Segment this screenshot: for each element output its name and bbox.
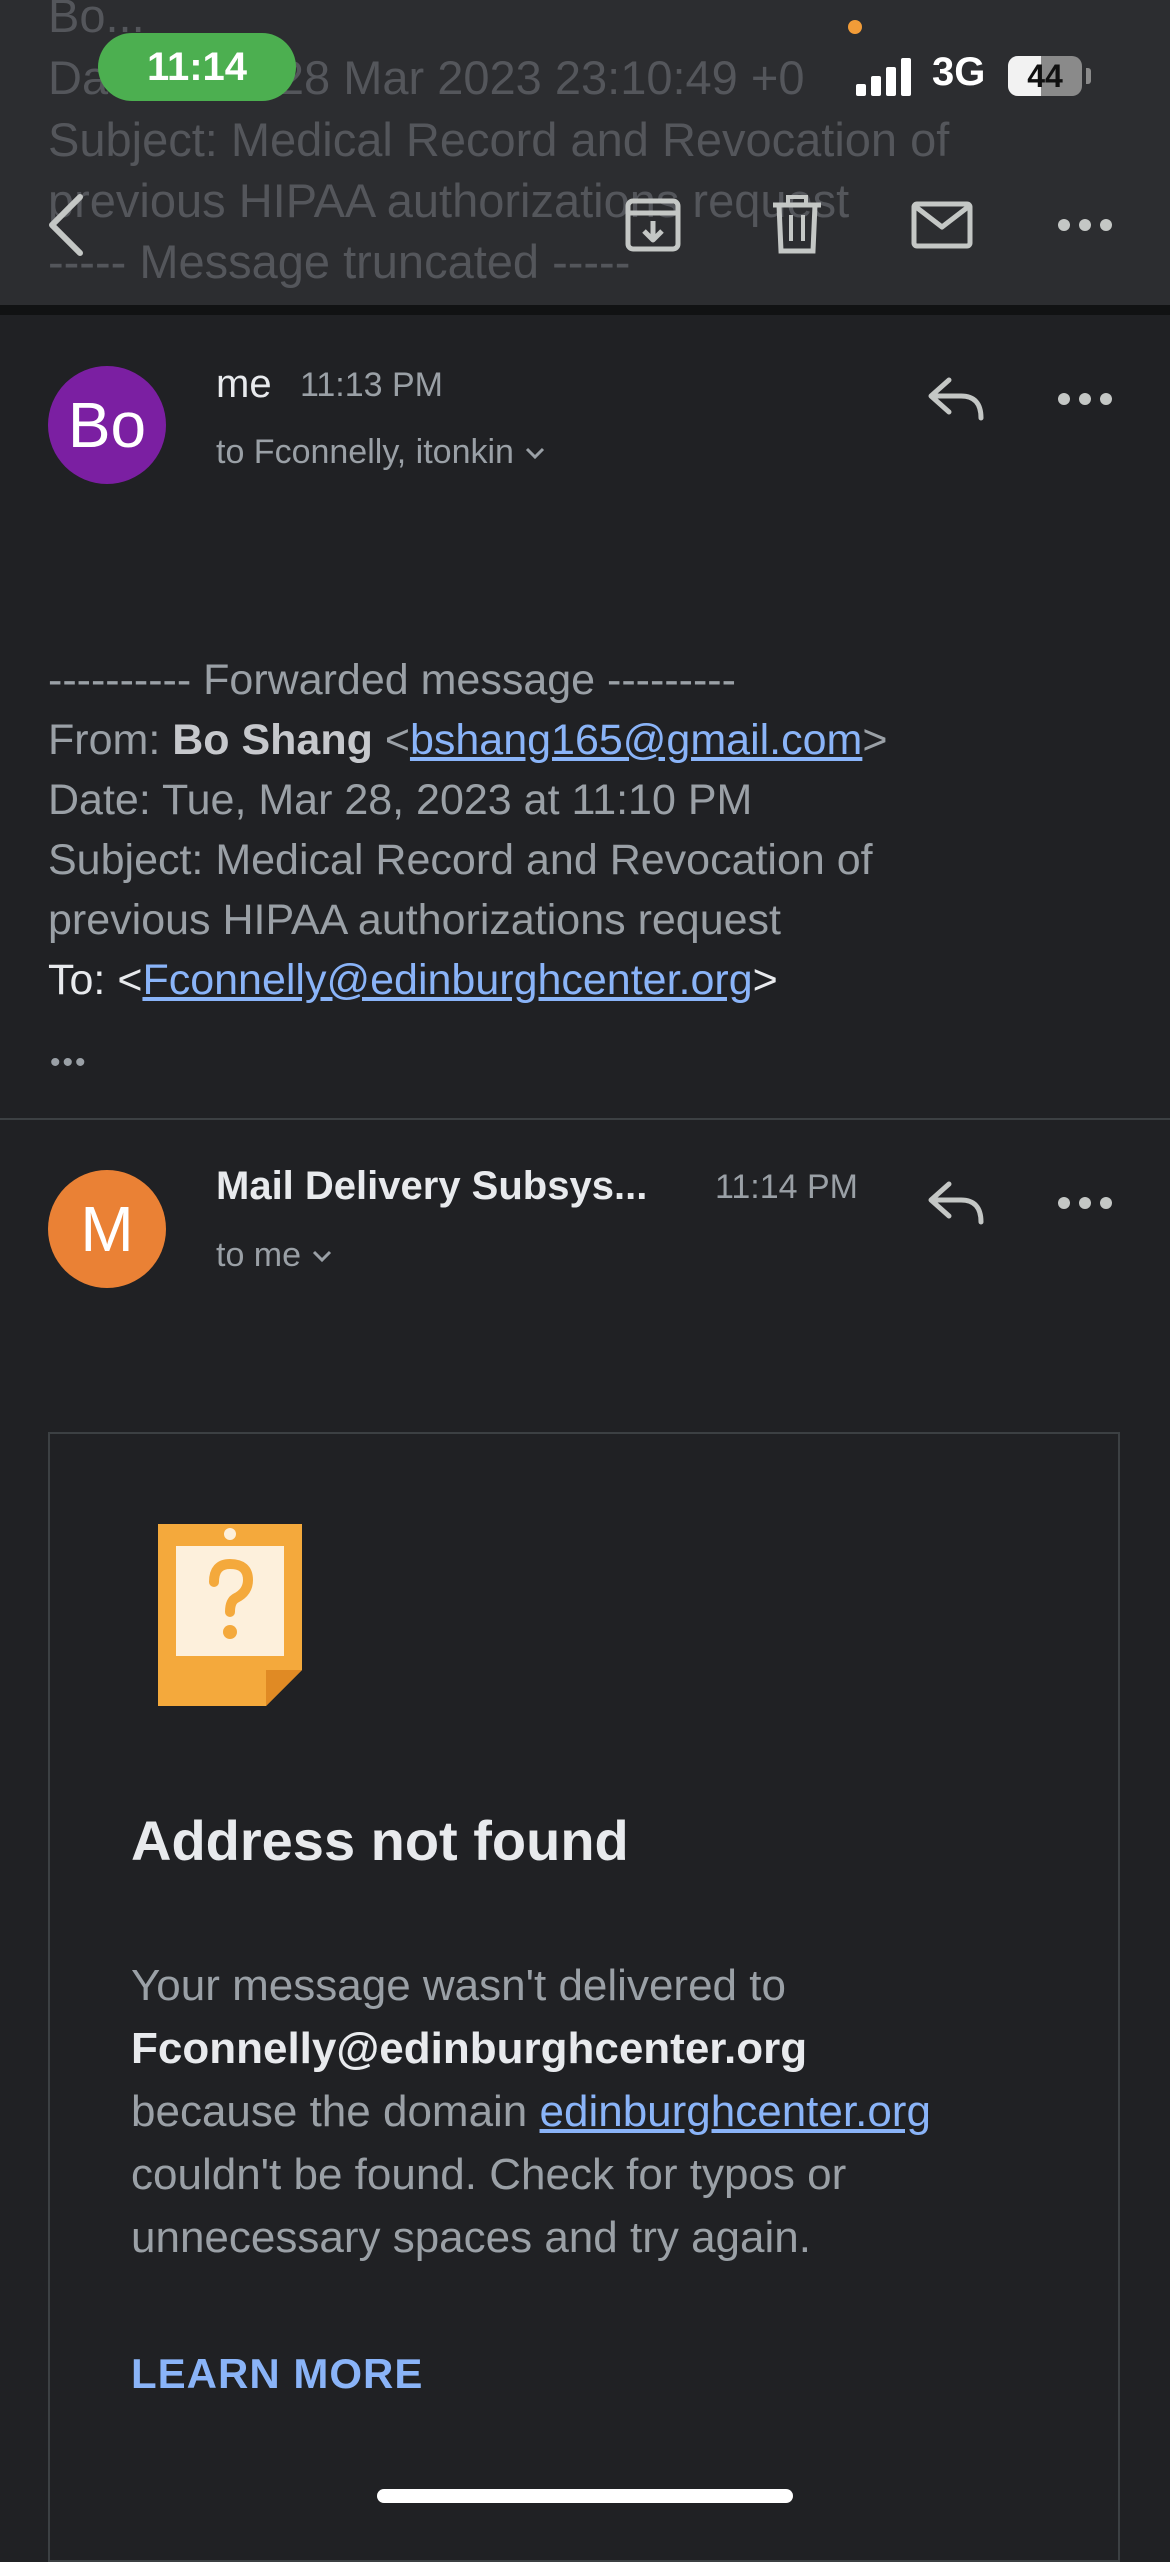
reply-icon: [928, 1181, 984, 1225]
archive-button[interactable]: [618, 190, 688, 260]
reply-button[interactable]: [918, 364, 994, 434]
domain-link[interactable]: edinburghcenter.org: [540, 2087, 931, 2136]
back-button[interactable]: [36, 180, 96, 270]
recipients-text: to me: [216, 1236, 302, 1274]
avatar-initials: M: [80, 1193, 134, 1265]
background-text-line: ----- Message truncated -----: [48, 235, 631, 288]
battery-level: 44: [1027, 57, 1063, 94]
sender-name: Mail Delivery Subsys...: [216, 1164, 648, 1208]
header-divider: [0, 305, 1170, 315]
avatar-initials: Bo: [67, 389, 147, 461]
bounced-address: Fconnelly@edinburghcenter.org: [131, 2024, 808, 2073]
avatar[interactable]: Bo: [48, 366, 166, 484]
from-name: Bo Shang: [172, 716, 373, 764]
forward-from-line: From: Bo Shang <bshang165@gmail.com>: [48, 716, 888, 764]
sender-name: me: [216, 362, 272, 406]
to-email-link[interactable]: Fconnelly@edinburghcenter.org: [142, 956, 752, 1004]
bounce-body-suffix: couldn't be found. Check for typos or un…: [131, 2150, 847, 2262]
more-options-button[interactable]: [1050, 190, 1120, 260]
from-email-link[interactable]: bshang165@gmail.com: [410, 716, 862, 764]
mail-icon: [911, 201, 973, 249]
background-text-line: previous HIPAA authorizations request: [48, 174, 850, 227]
bounce-body-prefix: Your message wasn't delivered to: [131, 1961, 786, 2010]
avatar[interactable]: M: [48, 1170, 166, 1288]
status-time-pill[interactable]: 11:14: [98, 33, 296, 101]
home-indicator[interactable]: [377, 2489, 793, 2503]
recipients-toggle[interactable]: to me: [216, 1236, 333, 1275]
message-more-button[interactable]: [1050, 364, 1120, 434]
show-trimmed-content-button[interactable]: •••: [50, 1046, 88, 1080]
battery-icon: 44: [1008, 56, 1082, 96]
message-more-button[interactable]: [1050, 1168, 1120, 1238]
bounce-title: Address not found: [131, 1809, 629, 1872]
question-note-icon: [158, 1524, 302, 1706]
privacy-indicator-dot: [848, 20, 862, 34]
battery-tip: [1086, 68, 1091, 84]
forwarded-header: ---------- Forwarded message ---------: [48, 656, 736, 704]
trash-icon: [773, 195, 821, 254]
forward-to-line: To: <Fconnelly@edinburghcenter.org>: [48, 956, 778, 1004]
forward-date-line: Date: Tue, Mar 28, 2023 at 11:10 PM: [48, 776, 753, 824]
chevron-down-icon: [312, 1250, 332, 1262]
network-type: 3G: [932, 50, 986, 94]
archive-icon: [625, 198, 681, 252]
recipients-toggle[interactable]: to Fconnelly, itonkin: [216, 433, 546, 472]
bounce-body: Your message wasn't delivered to Fconnel…: [131, 1954, 1091, 2269]
chevron-down-icon: [525, 447, 545, 459]
forward-subject-line: previous HIPAA authorizations request: [48, 896, 781, 944]
forward-subject-line: Subject: Medical Record and Revocation o…: [48, 836, 873, 884]
message-divider: [0, 1118, 1170, 1120]
from-label: From:: [48, 716, 173, 764]
bounce-body-middle: because the domain: [131, 2087, 540, 2136]
delete-button[interactable]: [762, 190, 832, 260]
background-text-line: Subject: Medical Record and Revocation o…: [48, 113, 950, 166]
message-time: 11:13 PM: [300, 366, 444, 404]
back-chevron-icon: [49, 194, 83, 256]
status-time: 11:14: [146, 44, 248, 89]
more-horizontal-icon: [1058, 1197, 1112, 1209]
to-label: To:: [48, 956, 118, 1004]
signal-icon: [856, 58, 911, 96]
reply-icon: [928, 377, 984, 421]
reply-button[interactable]: [918, 1168, 994, 1238]
message-time: 11:14 PM: [715, 1168, 859, 1206]
more-horizontal-icon: [1058, 393, 1112, 405]
recipients-text: to Fconnelly, itonkin: [216, 433, 514, 471]
learn-more-link[interactable]: LEARN MORE: [131, 2350, 423, 2398]
mark-unread-button[interactable]: [906, 190, 978, 260]
more-horizontal-icon: [1058, 219, 1112, 231]
